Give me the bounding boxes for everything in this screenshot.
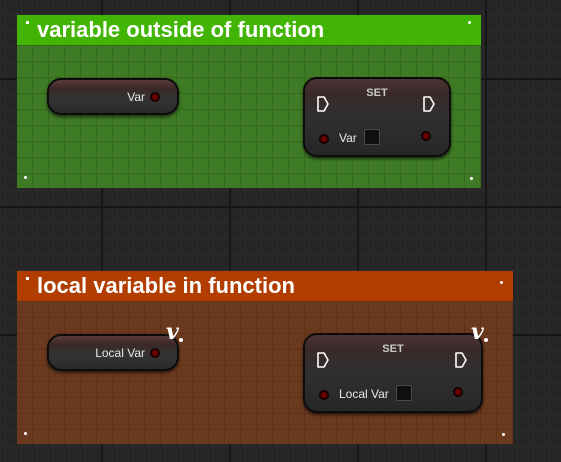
set-var-pin-label: Var	[339, 131, 357, 145]
data-pin-icon[interactable]	[319, 390, 329, 400]
value-checkbox[interactable]	[364, 129, 380, 145]
comment-corner-dot	[500, 281, 503, 284]
local-variable-icon-dot	[484, 338, 488, 342]
set-local-var-node[interactable]: SET Local Var	[303, 333, 483, 413]
get-local-var-label: Local Var	[95, 346, 145, 360]
exec-pin-icon[interactable]	[423, 96, 435, 112]
exec-pin-icon[interactable]	[317, 352, 329, 368]
data-pin-icon[interactable]	[150, 348, 160, 358]
comment-corner-dot	[468, 21, 471, 24]
resize-handle[interactable]	[502, 433, 505, 436]
set-local-var-pin-label: Local Var	[339, 387, 389, 401]
local-variable-icon: v	[166, 319, 179, 345]
resize-handle[interactable]	[470, 177, 473, 180]
data-pin-icon[interactable]	[319, 134, 329, 144]
local-variable-icon-dot	[179, 338, 183, 342]
set-var-node[interactable]: SET Var	[303, 77, 451, 157]
data-pin-icon[interactable]	[150, 92, 160, 102]
value-checkbox[interactable]	[396, 385, 412, 401]
comment-title: local variable in function	[37, 273, 295, 298]
comment-box-outside-function[interactable]: variable outside of function Var SET Var	[17, 15, 481, 188]
comment-corner-dot	[24, 176, 27, 179]
data-pin-icon[interactable]	[421, 131, 431, 141]
get-local-var-node[interactable]: Local Var	[47, 334, 179, 371]
comment-corner-dot	[26, 21, 29, 24]
comment-header[interactable]: variable outside of function	[17, 15, 481, 45]
get-var-label: Var	[127, 90, 145, 104]
comment-corner-dot	[24, 432, 27, 435]
comment-box-local-variable[interactable]: local variable in function Local Var v S…	[17, 271, 513, 444]
exec-pin-icon[interactable]	[455, 352, 467, 368]
get-var-node[interactable]: Var	[47, 78, 179, 115]
comment-header[interactable]: local variable in function	[17, 271, 513, 301]
exec-pin-icon[interactable]	[317, 96, 329, 112]
local-variable-icon: v	[471, 319, 484, 345]
comment-corner-dot	[26, 277, 29, 280]
data-pin-icon[interactable]	[453, 387, 463, 397]
comment-title: variable outside of function	[37, 17, 325, 42]
